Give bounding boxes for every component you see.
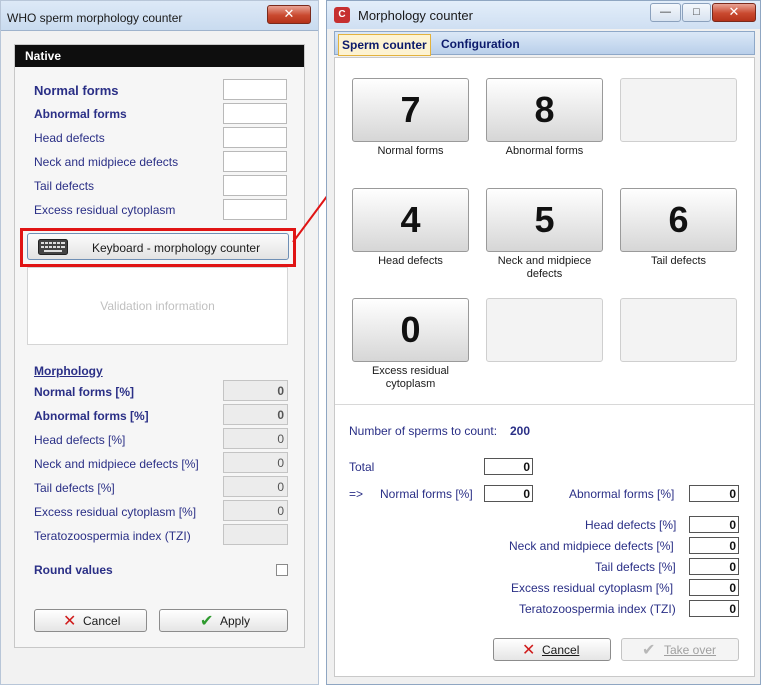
total-field: 0	[484, 458, 533, 475]
cytoplasm-pct-right-label: Excess residual cytoplasm [%]	[511, 581, 674, 595]
checkmark-icon: ✔	[200, 613, 214, 630]
tab-sperm-counter[interactable]: Sperm counter	[338, 34, 431, 56]
left-window-title: WHO sperm morphology counter	[7, 11, 183, 25]
neck-pct-right-field: 0	[689, 537, 739, 554]
tail-pct-right-label: Tail defects [%]	[595, 560, 676, 574]
abnormal-forms-label: Abnormal forms	[34, 107, 127, 121]
counter-head-defects[interactable]: 4	[352, 188, 469, 252]
head-defects-label: Head defects	[34, 131, 105, 145]
abnormal-pct-right-field: 0	[689, 485, 739, 502]
counter-neck-caption: Neck and midpiece defects	[497, 255, 592, 280]
cancel-x-icon: ✕	[63, 613, 77, 630]
excess-cytoplasm-input[interactable]	[223, 199, 287, 220]
normal-pct-label: Normal forms [%]	[34, 385, 135, 399]
neck-midpiece-label: Neck and midpiece defects	[34, 155, 179, 169]
abnormal-pct-right-label: Abnormal forms [%]	[569, 487, 675, 501]
tab-bar: Sperm counter Configuration	[334, 31, 755, 56]
tail-defects-label: Tail defects	[34, 179, 95, 193]
app-icon: C	[334, 7, 350, 23]
right-close-button[interactable]: ✕	[712, 3, 756, 22]
validation-placeholder: Validation information	[100, 299, 215, 313]
maximize-button[interactable]: □	[682, 3, 711, 22]
counter-head-caption: Head defects	[378, 255, 443, 267]
morphology-counter-window: C Morphology counter — □ ✕ Sperm counter…	[326, 0, 761, 685]
left-title-bar: WHO sperm morphology counter ✕	[1, 1, 318, 31]
normal-pct-right-label: Normal forms [%]	[380, 487, 473, 501]
head-pct-value: 0	[223, 428, 288, 449]
validation-info-box: Validation information	[27, 267, 288, 345]
abnormal-pct-value: 0	[223, 404, 288, 425]
who-morphology-window: WHO sperm morphology counter ✕ Native No…	[0, 0, 319, 685]
right-cancel-label: Cancel	[542, 643, 580, 657]
keyboard-morphology-button[interactable]: Keyboard - morphology counter	[27, 233, 289, 260]
neck-pct-right-label: Neck and midpiece defects [%]	[509, 539, 674, 553]
neck-pct-value: 0	[223, 452, 288, 473]
counter-abnormal-caption: Abnormal forms	[505, 145, 584, 157]
abnormal-pct-label: Abnormal forms [%]	[34, 409, 149, 423]
cytoplasm-pct-value: 0	[223, 500, 288, 521]
minimize-button[interactable]: —	[650, 3, 681, 22]
panel-title: Native	[15, 45, 304, 67]
tail-pct-right-field: 0	[689, 558, 739, 575]
sperms-to-count-value: 200	[510, 424, 531, 438]
head-pct-label: Head defects [%]	[34, 433, 126, 447]
normal-pct-value: 0	[223, 380, 288, 401]
abnormal-forms-input[interactable]	[223, 103, 287, 124]
result-arrow: =>	[349, 487, 364, 501]
counter-empty-3	[620, 298, 737, 362]
counter-tail-caption: Tail defects	[650, 255, 707, 267]
normal-forms-input[interactable]	[223, 79, 287, 100]
section-divider	[335, 404, 754, 405]
tab-configuration[interactable]: Configuration	[441, 37, 520, 51]
sperms-to-count-label: Number of sperms to count:	[349, 424, 498, 438]
right-cancel-button[interactable]: ✕ Cancel	[493, 638, 611, 661]
cytoplasm-pct-label: Excess residual cytoplasm [%]	[34, 505, 197, 519]
left-close-button[interactable]: ✕	[267, 5, 311, 24]
counter-empty-2	[486, 298, 603, 362]
cancel-x-icon: ✕	[522, 642, 536, 659]
take-over-label: Take over	[664, 643, 717, 657]
apply-label: Apply	[220, 614, 251, 628]
head-pct-right-field: 0	[689, 516, 739, 533]
tail-defects-input[interactable]	[223, 175, 287, 196]
head-pct-right-label: Head defects [%]	[585, 518, 677, 532]
round-values-label: Round values	[34, 563, 113, 577]
counter-normal-forms[interactable]: 7	[352, 78, 469, 142]
checkmark-icon: ✔	[642, 642, 656, 659]
cytoplasm-pct-right-field: 0	[689, 579, 739, 596]
keyboard-button-label: Keyboard - morphology counter	[92, 241, 261, 255]
tzi-right-label: Teratozoospermia index (TZI)	[519, 602, 676, 616]
round-values-checkbox[interactable]	[276, 564, 288, 576]
apply-button[interactable]: ✔ Apply	[159, 609, 288, 632]
neck-pct-label: Neck and midpiece defects [%]	[34, 457, 199, 471]
neck-midpiece-input[interactable]	[223, 151, 287, 172]
counter-empty-1	[620, 78, 737, 142]
right-window-title: Morphology counter	[358, 8, 473, 23]
left-cancel-button[interactable]: ✕ Cancel	[34, 609, 147, 632]
counter-abnormal-forms[interactable]: 8	[486, 78, 603, 142]
keyboard-icon	[38, 239, 68, 258]
native-panel: Native Normal forms Abnormal forms Head …	[14, 44, 305, 648]
excess-cytoplasm-label: Excess residual cytoplasm	[34, 203, 176, 217]
normal-pct-right-field: 0	[484, 485, 533, 502]
head-defects-input[interactable]	[223, 127, 287, 148]
counter-normal-caption: Normal forms	[377, 145, 444, 157]
right-title-bar: C Morphology counter — □ ✕	[327, 1, 760, 29]
counter-cytoplasm-caption: Excess residual cytoplasm	[371, 365, 450, 390]
counter-tail-defects[interactable]: 6	[620, 188, 737, 252]
take-over-button[interactable]: ✔ Take over	[621, 638, 739, 661]
counter-excess-cytoplasm[interactable]: 0	[352, 298, 469, 362]
sperm-counter-panel: 7 Normal forms 8 Abnormal forms 4 Head d…	[334, 57, 755, 677]
tzi-value	[223, 524, 288, 545]
left-cancel-label: Cancel	[83, 614, 121, 628]
tail-pct-value: 0	[223, 476, 288, 497]
total-label: Total	[349, 460, 375, 474]
tzi-right-field: 0	[689, 600, 739, 617]
normal-forms-label: Normal forms	[34, 83, 119, 98]
counter-neck-midpiece[interactable]: 5	[486, 188, 603, 252]
tzi-label: Teratozoospermia index (TZI)	[34, 529, 191, 543]
morphology-heading[interactable]: Morphology	[34, 364, 103, 378]
tail-pct-label: Tail defects [%]	[34, 481, 115, 495]
